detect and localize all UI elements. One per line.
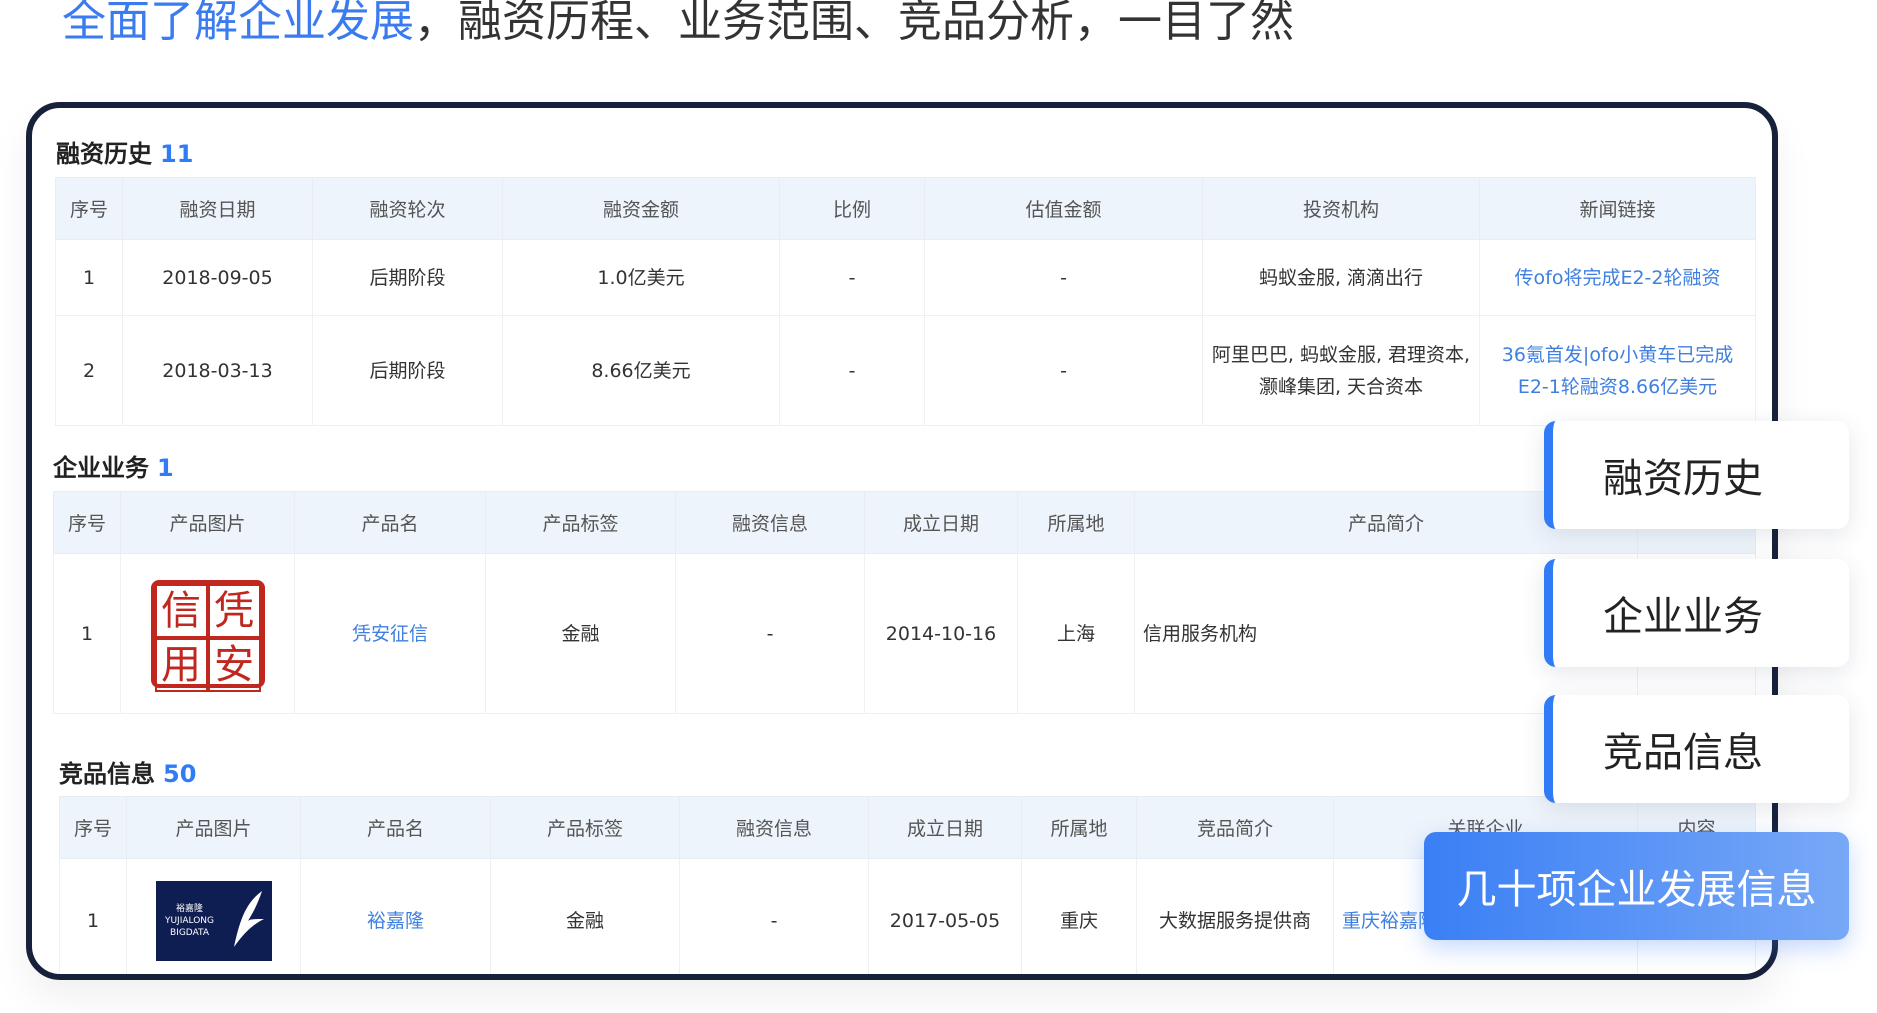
table-cell: 1 xyxy=(55,239,123,316)
col-header: 成立日期 xyxy=(864,491,1018,554)
table-row: 1 2018-09-05 后期阶段 1.0亿美元 - - 蚂蚁金服, 滴滴出行 传ofo将完成… xyxy=(55,239,1756,316)
col-header: 融资日期 xyxy=(122,177,313,240)
col-header: 融资金额 xyxy=(502,177,780,240)
col-header: 序号 xyxy=(55,177,123,240)
table-cell: 信凭用安 xyxy=(120,553,295,714)
col-header: 比例 xyxy=(779,177,925,240)
table-cell: 重庆 xyxy=(1021,858,1137,974)
col-header: 成立日期 xyxy=(868,796,1022,859)
news-link[interactable]: 传ofo将完成E2-2轮融资 xyxy=(1479,239,1756,316)
financing-count: 11 xyxy=(160,140,194,168)
table-cell: 金融 xyxy=(490,858,680,974)
table-cell: 2018-03-13 xyxy=(122,315,313,426)
col-header: 新闻链接 xyxy=(1479,177,1756,240)
product-link[interactable]: 凭安征信 xyxy=(294,553,486,714)
table-cell: - xyxy=(779,315,925,426)
business-count: 1 xyxy=(157,454,174,482)
table-row: 1 信凭用安 凭安征信 金融 -2014-10-16 上海 信用服务机构 xyxy=(53,553,1756,714)
yujialong-logo: 裕嘉隆 YUJIALONG BIGDATA xyxy=(155,880,272,961)
col-header: 融资信息 xyxy=(675,491,865,554)
col-header: 产品图片 xyxy=(120,491,295,554)
side-tab-competitors[interactable]: 竞品信息 xyxy=(1544,695,1849,803)
headline-highlight: 全面了解企业发展 xyxy=(62,0,414,47)
table-cell: 阿里巴巴, 蚂蚁金服, 君理资本, 灏峰集团, 天合资本 xyxy=(1202,315,1480,426)
table-cell: 金融 xyxy=(485,553,676,714)
table-cell: 蚂蚁金服, 滴滴出行 xyxy=(1202,239,1480,316)
col-header: 产品标签 xyxy=(490,796,680,859)
table-cell: - xyxy=(924,315,1203,426)
table-cell: 2 xyxy=(55,315,123,426)
competitors-count: 50 xyxy=(163,760,197,788)
col-header: 竞品简介 xyxy=(1136,796,1334,859)
cta-banner[interactable]: 几十项企业发展信息 xyxy=(1424,832,1849,940)
col-header: 融资信息 xyxy=(679,796,869,859)
competitors-title: 竞品信息 50 xyxy=(59,760,197,788)
headline: 全面了解企业发展，融资历程、业务范围、竞品分析，一目了然 xyxy=(62,0,1294,50)
news-link[interactable]: 36氪首发|ofo小黄车已完成E2-1轮融资8.66亿美元 xyxy=(1479,315,1756,426)
table-cell: - xyxy=(779,239,925,316)
col-header: 所属地 xyxy=(1021,796,1137,859)
col-header: 产品名 xyxy=(294,491,486,554)
col-header: 序号 xyxy=(59,796,127,859)
col-header: 估值金额 xyxy=(924,177,1203,240)
table-cell: 1 xyxy=(53,553,121,714)
col-header: 投资机构 xyxy=(1202,177,1480,240)
col-header: 产品图片 xyxy=(126,796,301,859)
product-link[interactable]: 裕嘉隆 xyxy=(300,858,491,974)
table-cell: 后期阶段 xyxy=(312,315,503,426)
table-cell: - xyxy=(679,858,869,974)
table-cell: 2014-10-16 xyxy=(864,553,1018,714)
wing-icon xyxy=(233,890,264,947)
table-cell: 上海 xyxy=(1017,553,1135,714)
headline-rest: ，融资历程、业务范围、竞品分析，一目了然 xyxy=(414,0,1294,47)
table-cell: 2017-05-05 xyxy=(868,858,1022,974)
table-cell: 2018-09-05 xyxy=(122,239,313,316)
col-header: 序号 xyxy=(53,491,121,554)
table-cell: - xyxy=(924,239,1203,316)
business-title: 企业业务 1 xyxy=(53,454,174,482)
table-cell: 1.0亿美元 xyxy=(502,239,780,316)
col-header: 融资轮次 xyxy=(312,177,503,240)
table-cell: 1 xyxy=(59,858,127,974)
table-cell: - xyxy=(675,553,865,714)
financing-title: 融资历史 11 xyxy=(56,140,194,168)
col-header: 产品名 xyxy=(300,796,491,859)
side-tab-business[interactable]: 企业业务 xyxy=(1544,559,1849,667)
business-table: 序号 产品图片 产品名 产品标签 融资信息 成立日期 所属地 产品简介 1 信凭用安 凭安征信… xyxy=(53,491,1756,714)
table-cell: 后期阶段 xyxy=(312,239,503,316)
table-cell: 8.66亿美元 xyxy=(502,315,780,426)
financing-table: 序号 融资日期 融资轮次 融资金额 比例 估值金额 投资机构 新闻链接 1 2018-09-05… xyxy=(55,177,1756,426)
col-header: 产品标签 xyxy=(485,491,676,554)
pingan-logo: 信凭用安 xyxy=(150,579,265,692)
table-row: 2 2018-03-13 后期阶段 8.66亿美元 - - 阿里巴巴, 蚂蚁金服, 君理资本… xyxy=(55,315,1756,426)
table-cell: 裕嘉隆 YUJIALONG BIGDATA xyxy=(126,858,301,974)
col-header: 所属地 xyxy=(1017,491,1135,554)
side-tab-financing[interactable]: 融资历史 xyxy=(1544,421,1849,529)
table-cell: 大数据服务提供商 xyxy=(1136,858,1334,974)
